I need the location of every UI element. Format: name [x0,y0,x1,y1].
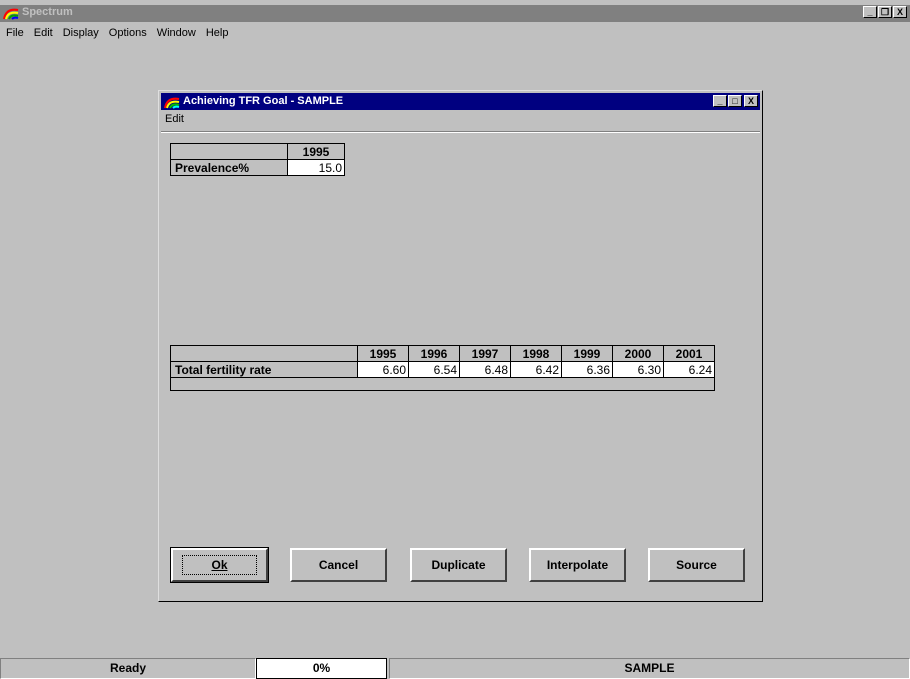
tfr-grid: 1995 1996 1997 1998 1999 2000 2001 Total… [170,345,715,391]
close-icon[interactable]: X [744,95,758,107]
spectrum-logo-icon [164,95,180,109]
tfr-cell[interactable]: 6.36 [561,361,613,378]
status-bar: Ready 0% SAMPLE [0,658,910,679]
menu-file[interactable]: File [0,27,30,43]
close-icon[interactable]: X [893,6,907,18]
tfr-cell[interactable]: 6.24 [663,361,715,378]
spectrum-logo-icon [3,6,19,20]
ok-button-label: Ok [182,555,257,575]
source-button[interactable]: Source [648,548,745,582]
tfr-label: Total fertility rate [170,361,358,378]
grid-corner [170,345,358,362]
dialog-title-bar[interactable]: Achieving TFR Goal - SAMPLE _ □ X [161,93,760,110]
menu-window[interactable]: Window [153,27,202,43]
year-header: 2000 [612,345,664,362]
minimize-icon[interactable]: _ [863,6,877,18]
year-header: 1997 [459,345,511,362]
year-header: 1999 [561,345,613,362]
tfr-cell[interactable]: 6.30 [612,361,664,378]
divider [161,131,760,133]
year-header: 2001 [663,345,715,362]
cancel-button-label: Cancel [318,558,359,572]
duplicate-button-label: Duplicate [431,558,486,572]
interpolate-button[interactable]: Interpolate [529,548,626,582]
status-ready: Ready [0,658,256,679]
year-header: 1996 [408,345,460,362]
minimize-icon[interactable]: _ [713,95,727,107]
year-header: 1998 [510,345,562,362]
menu-help[interactable]: Help [202,27,235,43]
grid-corner [170,143,288,160]
source-button-label: Source [676,558,717,572]
tfr-cell[interactable]: 6.54 [408,361,460,378]
prevalence-cell[interactable]: 15.0 [287,159,345,176]
interpolate-button-label: Interpolate [546,558,609,572]
duplicate-button[interactable]: Duplicate [410,548,507,582]
prevalence-year-header: 1995 [287,143,345,160]
app-window-controls: _ ❐ X [862,6,907,18]
grid-empty-row [170,377,715,391]
prevalence-grid: 1995 Prevalence% 15.0 [170,143,345,176]
dialog-window-controls: _ □ X [712,95,758,107]
prevalence-label: Prevalence% [170,159,288,176]
cancel-button[interactable]: Cancel [290,548,387,582]
app-title-bar: Spectrum _ ❐ X [0,5,910,22]
menu-options[interactable]: Options [105,27,153,43]
tfr-cell[interactable]: 6.42 [510,361,562,378]
maximize-icon[interactable]: □ [728,95,742,107]
progress-indicator: 0% [256,658,387,679]
dialog-menu-edit[interactable]: Edit [165,113,184,125]
dialog-title: Achieving TFR Goal - SAMPLE [183,95,344,107]
tfr-goal-window: Achieving TFR Goal - SAMPLE _ □ X Edit 1… [158,90,763,602]
menu-display[interactable]: Display [59,27,105,43]
menu-edit[interactable]: Edit [30,27,59,43]
tfr-cell[interactable]: 6.60 [357,361,409,378]
ok-button[interactable]: Ok [170,547,269,583]
restore-icon[interactable]: ❐ [878,6,892,18]
app-menu-bar: File Edit Display Options Window Help [0,27,234,43]
year-header: 1995 [357,345,409,362]
tfr-cell[interactable]: 6.48 [459,361,511,378]
status-project: SAMPLE [389,658,910,679]
app-title: Spectrum [22,6,73,18]
